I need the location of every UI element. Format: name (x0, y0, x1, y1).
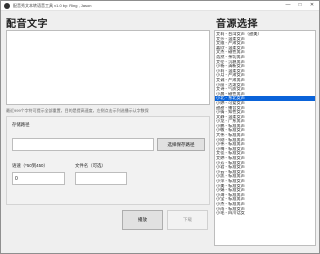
window-title: 配音秀文本转语音工具 v1.0 by: Ring , Jason (13, 2, 92, 8)
close-icon[interactable]: ✕ (309, 3, 315, 8)
download-button[interactable]: 下载 (167, 210, 208, 230)
title-bar: 配音秀文本转语音工具 v1.0 by: Ring , Jason — □ ✕ (1, 1, 319, 11)
app-logo-icon (4, 2, 10, 9)
speed-input[interactable] (12, 172, 65, 185)
dubbing-text-input[interactable] (6, 30, 210, 105)
window-controls: — □ ✕ (285, 3, 315, 8)
save-path-input[interactable] (12, 138, 154, 151)
text-hint: 最近999个字符可提示全部重置，目的是提高速度，左侧点击示列选播示认字数保 (6, 108, 149, 113)
save-path-label: 存储路径 (12, 122, 30, 127)
voice-select-heading: 音源选择 (216, 19, 258, 30)
play-button[interactable]: 播放 (122, 210, 163, 230)
app-window: 配音秀文本转语音工具 v1.0 by: Ring , Jason — □ ✕ 配… (0, 0, 320, 254)
filename-input[interactable] (75, 172, 127, 185)
dubbing-text-heading: 配音文字 (6, 19, 48, 30)
maximize-icon[interactable]: □ (297, 3, 303, 8)
save-settings-group: 存储路径 选择保存路径 语速（*50到450） 文件名（可选） (6, 116, 210, 205)
speed-label: 语速（*50到450） (12, 163, 48, 168)
left-panel: 配音文字 最近999个字符可提示全部重置，目的是提高速度，左侧点击示列选播示认字… (4, 13, 210, 251)
filename-label: 文件名（可选） (75, 163, 106, 168)
choose-save-path-button[interactable]: 选择保存路径 (157, 138, 205, 151)
minimize-icon[interactable]: — (285, 3, 291, 8)
voice-list-item[interactable]: 小毛 - 四川话女 (215, 211, 315, 216)
voice-listbox[interactable]: 艾莉 - 台湾女声（甜美） 艾莎 - 温柔女声 艾维 - 严肃女声 嘉欣 - 温柔女声… (214, 30, 316, 246)
right-panel: 音源选择 艾莉 - 台湾女声（甜美） 艾莎 - 温柔女声 艾维 - 严肃女声 嘉欣 -… (213, 13, 317, 251)
